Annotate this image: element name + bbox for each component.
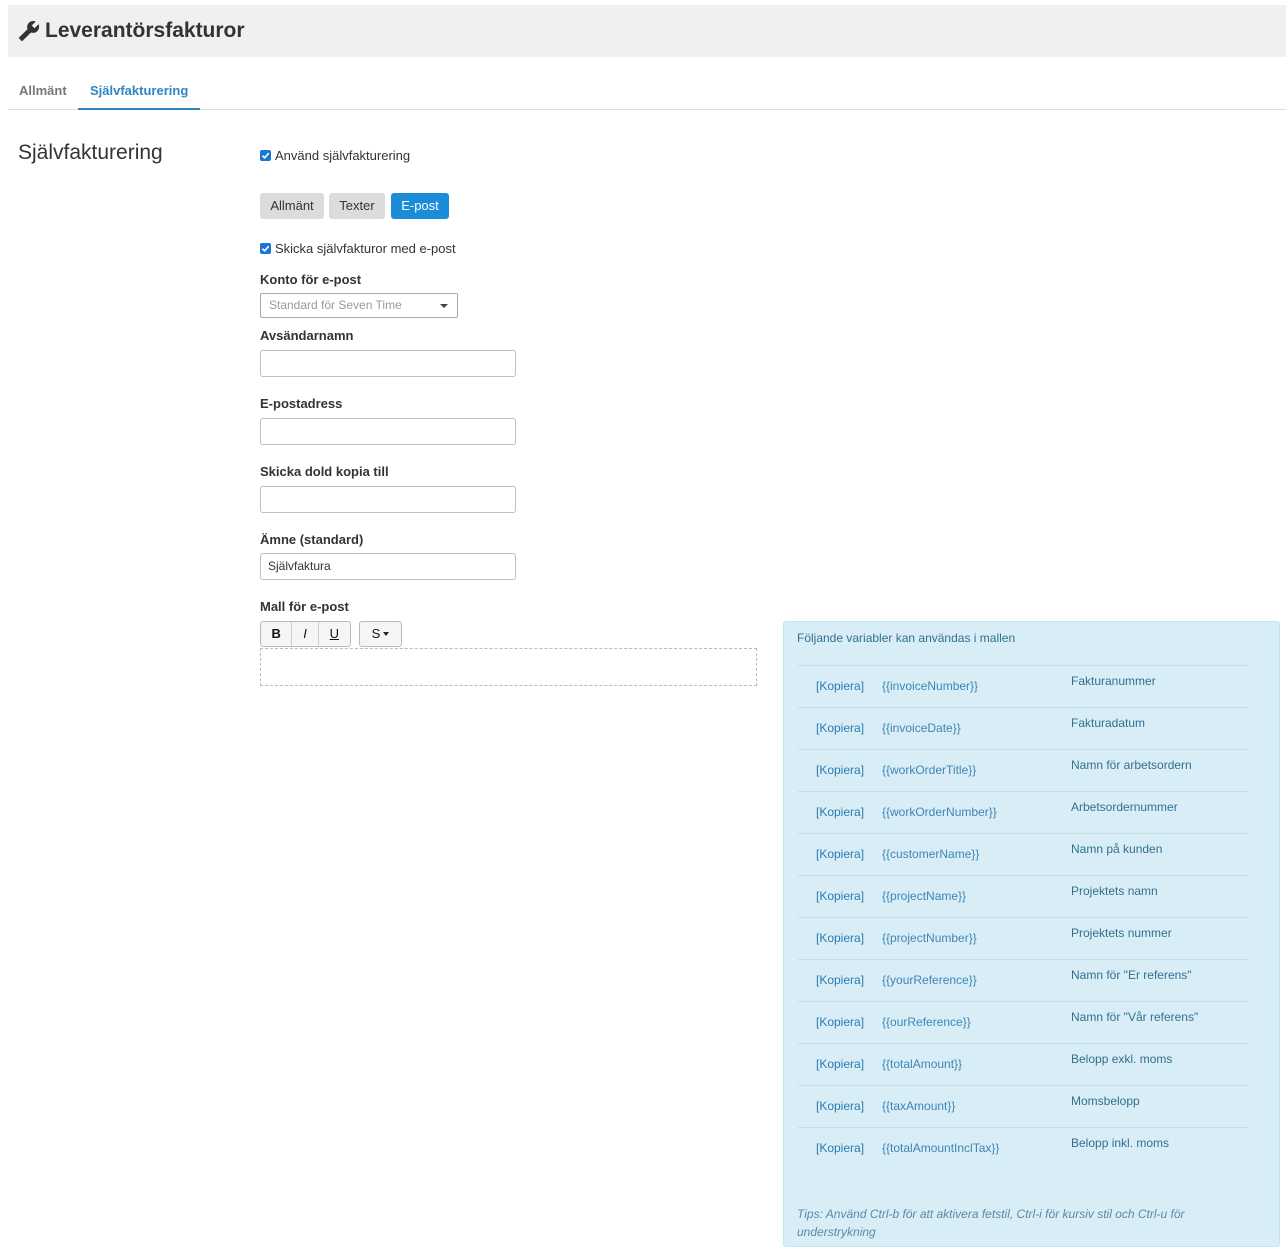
variable-row: [Kopiera] {{workOrderNumber}} Arbetsordern… bbox=[798, 791, 1248, 833]
variable-name: {{projectNumber}} bbox=[882, 931, 977, 945]
bold-button[interactable]: B bbox=[261, 622, 293, 646]
bcc-input[interactable] bbox=[260, 486, 516, 513]
variable-row: [Kopiera] {{totalAmount}} Belopp exkl. mom… bbox=[798, 1043, 1248, 1085]
email-label: E-postadress bbox=[260, 396, 343, 411]
variable-row: [Kopiera] {{yourReference}} Namn för "Er r… bbox=[798, 959, 1248, 1001]
copy-link[interactable]: [Kopiera] bbox=[816, 679, 864, 693]
subtab-epost[interactable]: E-post bbox=[391, 193, 449, 219]
variable-name: {{yourReference}} bbox=[882, 973, 977, 987]
use-selfbilling-checkbox[interactable] bbox=[260, 150, 271, 161]
variables-heading: Följande variabler kan användas i mallen bbox=[797, 631, 1016, 645]
subtab-texter[interactable]: Texter bbox=[329, 193, 385, 219]
copy-link[interactable]: [Kopiera] bbox=[816, 931, 864, 945]
template-label: Mall för e-post bbox=[260, 599, 349, 614]
page-title: Leverantörsfakturor bbox=[45, 19, 245, 42]
variable-description: Belopp inkl. moms bbox=[1071, 1136, 1170, 1150]
variable-description: Projektets namn bbox=[1071, 884, 1158, 898]
email-input[interactable] bbox=[260, 418, 516, 445]
variable-name: {{projectName}} bbox=[882, 889, 967, 903]
editor-format-group: B I U bbox=[260, 621, 351, 647]
underline-button[interactable]: U bbox=[319, 622, 350, 646]
variable-row: [Kopiera] {{invoiceDate}} Fakturadatum bbox=[798, 707, 1248, 749]
variable-description: Arbetsordernummer bbox=[1071, 800, 1178, 814]
section-title: Självfakturering bbox=[18, 141, 163, 164]
copy-link[interactable]: [Kopiera] bbox=[816, 763, 864, 777]
variable-name: {{invoiceNumber}} bbox=[882, 679, 979, 693]
italic-button[interactable]: I bbox=[292, 622, 319, 646]
send-email-row[interactable]: Skicka självfakturor med e-post bbox=[260, 241, 456, 256]
variable-description: Namn på kunden bbox=[1071, 842, 1163, 856]
tab-allmant[interactable]: Allmänt bbox=[19, 76, 67, 109]
copy-link[interactable]: [Kopiera] bbox=[816, 973, 864, 987]
use-selfbilling-row[interactable]: Använd självfakturering bbox=[260, 148, 410, 163]
caret-down-icon bbox=[383, 632, 390, 636]
variable-description: Projektets nummer bbox=[1071, 926, 1172, 940]
tips-text: Tips: Använd Ctrl-b för att aktivera fet… bbox=[797, 1207, 1185, 1239]
variable-row: [Kopiera] {{workOrderTitle}} Namn för arbe… bbox=[798, 749, 1248, 791]
check-icon bbox=[261, 245, 270, 253]
variable-description: Namn för "Er referens" bbox=[1071, 968, 1192, 982]
variable-row: [Kopiera] {{taxAmount}} Momsbelopp bbox=[798, 1085, 1248, 1127]
variable-row: [Kopiera] {{customerName}} Namn på kunden bbox=[798, 833, 1248, 875]
variable-row: [Kopiera] {{projectName}} Projektets namn bbox=[798, 875, 1248, 917]
copy-link[interactable]: [Kopiera] bbox=[816, 889, 864, 903]
subtab-allmant[interactable]: Allmänt bbox=[260, 193, 324, 219]
copy-link[interactable]: [Kopiera] bbox=[816, 1015, 864, 1029]
variable-name: {{totalAmountInclTax}} bbox=[882, 1141, 1000, 1155]
variable-name: {{totalAmount}} bbox=[882, 1057, 963, 1071]
copy-link[interactable]: [Kopiera] bbox=[816, 1099, 864, 1113]
style-dropdown-button[interactable]: S bbox=[359, 621, 402, 647]
subject-label: Ämne (standard) bbox=[260, 532, 364, 547]
copy-link[interactable]: [Kopiera] bbox=[816, 847, 864, 861]
variable-name: {{workOrderTitle}} bbox=[882, 763, 977, 777]
check-icon bbox=[261, 152, 270, 160]
sender-name-label: Avsändarnamn bbox=[260, 328, 354, 343]
caret-down-icon bbox=[440, 304, 448, 308]
variable-row: [Kopiera] {{invoiceNumber}} Fakturanummer bbox=[798, 665, 1248, 707]
variable-description: Namn för "Vår referens" bbox=[1071, 1010, 1199, 1024]
variable-name: {{ourReference}} bbox=[882, 1015, 971, 1029]
account-select[interactable]: Standard för Seven Time bbox=[260, 293, 458, 318]
page-header: Leverantörsfakturor bbox=[8, 5, 1286, 57]
subject-input[interactable]: Självfaktura bbox=[260, 553, 516, 580]
account-select-value: Standard för Seven Time bbox=[269, 298, 402, 312]
send-email-checkbox[interactable] bbox=[260, 243, 271, 254]
variable-name: {{invoiceDate}} bbox=[882, 721, 961, 735]
variable-name: {{taxAmount}} bbox=[882, 1099, 956, 1113]
variable-row: [Kopiera] {{projectNumber}} Projektets num… bbox=[798, 917, 1248, 959]
variable-row: [Kopiera] {{totalAmountInclTax}} Belopp in… bbox=[798, 1127, 1248, 1169]
bcc-label: Skicka dold kopia till bbox=[260, 464, 389, 479]
variable-description: Fakturanummer bbox=[1071, 674, 1156, 688]
sender-name-input[interactable] bbox=[260, 350, 516, 377]
variable-description: Belopp exkl. moms bbox=[1071, 1052, 1173, 1066]
copy-link[interactable]: [Kopiera] bbox=[816, 1141, 864, 1155]
wrench-icon bbox=[18, 21, 40, 42]
main-tabs: Allmänt Självfakturering bbox=[8, 76, 1286, 110]
copy-link[interactable]: [Kopiera] bbox=[816, 1057, 864, 1071]
use-selfbilling-label: Använd självfakturering bbox=[275, 148, 411, 163]
variables-panel: Följande variabler kan användas i mallen… bbox=[783, 621, 1280, 1247]
variable-name: {{customerName}} bbox=[882, 847, 980, 861]
variable-description: Momsbelopp bbox=[1071, 1094, 1140, 1108]
variable-description: Fakturadatum bbox=[1071, 716, 1146, 730]
variable-row: [Kopiera] {{ourReference}} Namn för "Vår r… bbox=[798, 1001, 1248, 1043]
copy-link[interactable]: [Kopiera] bbox=[816, 805, 864, 819]
email-template-editor[interactable] bbox=[260, 648, 757, 686]
account-label: Konto för e-post bbox=[260, 272, 362, 287]
variable-description: Namn för arbetsordern bbox=[1071, 758, 1192, 772]
copy-link[interactable]: [Kopiera] bbox=[816, 721, 864, 735]
tab-sjalvfakturering[interactable]: Självfakturering bbox=[78, 76, 201, 110]
send-email-label: Skicka självfakturor med e-post bbox=[275, 241, 456, 256]
style-button-label: S bbox=[371, 626, 381, 641]
variable-name: {{workOrderNumber}} bbox=[882, 805, 997, 819]
